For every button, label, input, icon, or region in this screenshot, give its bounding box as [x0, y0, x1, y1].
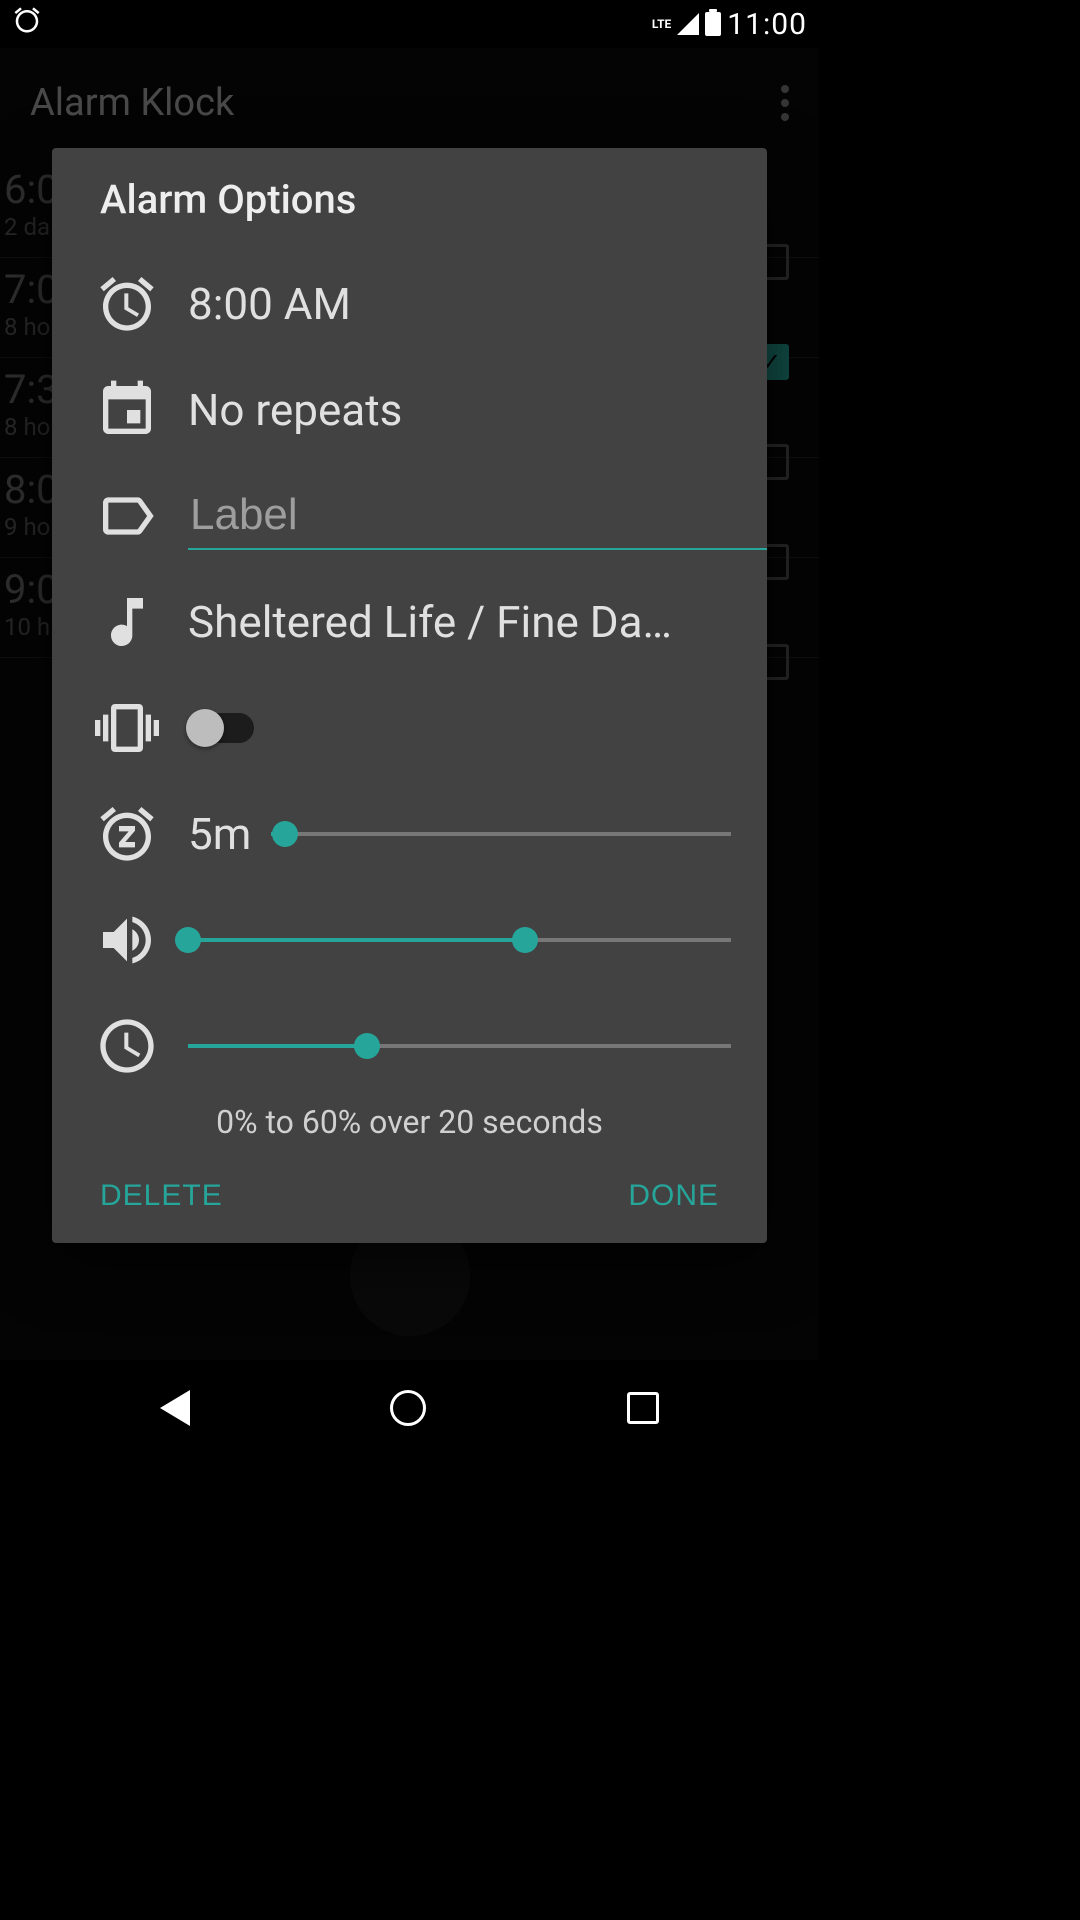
sound-value: Sheltered Life / Fine Da…: [188, 596, 731, 648]
alarm-clock-icon: [88, 265, 166, 343]
clock-icon: [88, 1007, 166, 1085]
calendar-icon: [88, 371, 166, 449]
vibrate-toggle[interactable]: [188, 713, 254, 743]
network-label: LTE: [652, 17, 671, 31]
vibrate-row: [52, 675, 767, 781]
label-input[interactable]: [188, 482, 767, 550]
alarm-time-row[interactable]: 8:00 AM: [52, 251, 767, 357]
signal-icon: [677, 13, 699, 35]
repeat-row[interactable]: No repeats: [52, 357, 767, 463]
done-button[interactable]: DONE: [628, 1179, 719, 1213]
alarm-options-dialog: Alarm Options 8:00 AM No repeats Shelter…: [52, 148, 767, 1243]
fade-row: 0% to 60% over 20 seconds: [52, 993, 767, 1155]
status-time: 11:00: [727, 7, 807, 42]
label-icon: [88, 477, 166, 555]
nav-home-button[interactable]: [390, 1390, 426, 1426]
vibrate-icon: [88, 689, 166, 767]
delete-button[interactable]: DELETE: [100, 1179, 223, 1213]
sound-row[interactable]: Sheltered Life / Fine Da…: [52, 569, 767, 675]
volume-slider[interactable]: [188, 920, 731, 960]
volume-row: [52, 887, 767, 993]
alarm-status-icon: [12, 5, 42, 43]
volume-icon: [88, 901, 166, 979]
snooze-slider[interactable]: [271, 814, 731, 854]
repeat-value: No repeats: [188, 384, 731, 436]
status-bar: LTE 11:00: [0, 0, 819, 48]
nav-recent-button[interactable]: [627, 1392, 659, 1424]
fade-caption: 0% to 60% over 20 seconds: [88, 1103, 731, 1141]
label-row: [52, 463, 767, 569]
snooze-value: 5m: [188, 808, 251, 860]
nav-back-button[interactable]: [160, 1390, 190, 1426]
battery-icon: [705, 12, 721, 36]
dialog-title: Alarm Options: [52, 148, 767, 251]
snooze-icon: [88, 795, 166, 873]
nav-bar: [0, 1360, 819, 1456]
music-note-icon: [88, 583, 166, 661]
snooze-row: 5m: [52, 781, 767, 887]
fade-slider[interactable]: [188, 1026, 731, 1066]
alarm-time-value: 8:00 AM: [188, 278, 731, 330]
